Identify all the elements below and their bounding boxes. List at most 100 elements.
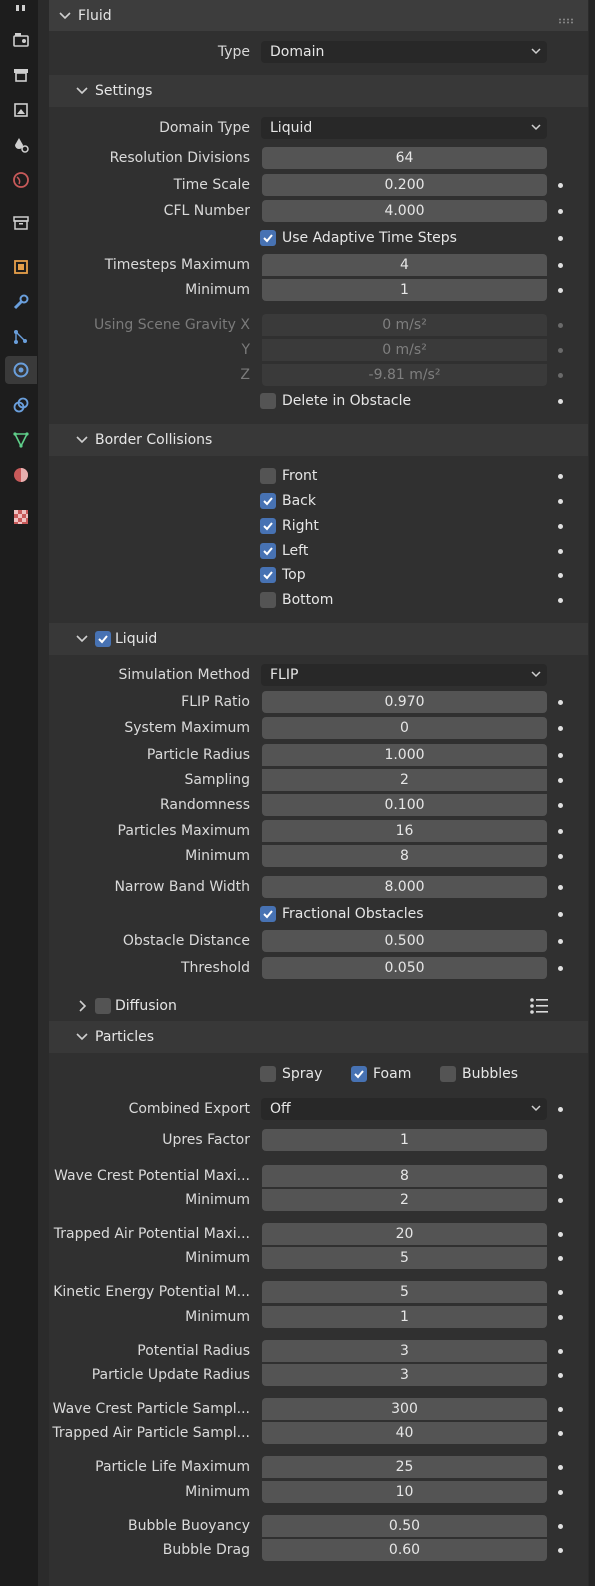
keyframe-dot[interactable] (558, 1407, 563, 1412)
delete-obstacle-checkbox[interactable]: Delete in Obstacle (260, 390, 411, 412)
keyframe-dot[interactable] (558, 288, 563, 293)
keyframe-dot[interactable] (558, 1256, 563, 1261)
keyframe-dot[interactable] (558, 939, 563, 944)
upres-field[interactable]: 1 (262, 1129, 547, 1151)
keyframe-dot[interactable] (558, 1107, 563, 1112)
keyframe-dot[interactable] (558, 1524, 563, 1529)
scrollbar[interactable] (589, 0, 595, 1586)
keyframe-dot[interactable] (558, 474, 563, 479)
keyframe-dot[interactable] (558, 912, 563, 917)
keyframe-dot[interactable] (558, 753, 563, 758)
life-min-field[interactable]: 10 (262, 1481, 547, 1503)
diffusion-enable-checkbox[interactable] (95, 998, 111, 1014)
keyframe-dot[interactable] (558, 499, 563, 504)
particles-min-field[interactable]: 8 (262, 845, 547, 867)
bubble-buoyancy-field[interactable]: 0.50 (262, 1515, 547, 1537)
wave-crest-max-field[interactable]: 8 (262, 1165, 547, 1187)
texture-icon[interactable] (5, 503, 37, 531)
liquid-subpanel-header[interactable]: Liquid (49, 623, 588, 655)
system-max-field[interactable]: 0 (262, 717, 547, 739)
keyframe-dot[interactable] (558, 1349, 563, 1354)
keyframe-dot[interactable] (558, 1431, 563, 1436)
foam-checkbox[interactable]: Foam (351, 1063, 411, 1085)
keyframe-dot[interactable] (558, 885, 563, 890)
particle-radius-field[interactable]: 1.000 (262, 744, 547, 766)
wave-crest-min-field[interactable]: 2 (262, 1189, 547, 1211)
border-top-checkbox[interactable]: Top (260, 564, 306, 586)
trapped-air-sampling-field[interactable]: 40 (262, 1422, 547, 1444)
keyframe-dot[interactable] (558, 1315, 563, 1320)
output-icon[interactable] (5, 61, 37, 89)
keyframe-dot[interactable] (558, 236, 563, 241)
keyframe-dot[interactable] (558, 966, 563, 971)
border-bottom-checkbox[interactable]: Bottom (260, 589, 333, 611)
border-back-checkbox[interactable]: Back (260, 490, 316, 512)
diffusion-subpanel-header[interactable]: Diffusion (49, 990, 588, 1022)
trapped-air-min-field[interactable]: 5 (262, 1247, 547, 1269)
update-radius-field[interactable]: 3 (262, 1364, 547, 1386)
timesteps-max-field[interactable]: 4 (262, 254, 547, 276)
kinetic-max-field[interactable]: 5 (262, 1281, 547, 1303)
keyframe-dot[interactable] (558, 1174, 563, 1179)
randomness-field[interactable]: 0.100 (262, 794, 547, 816)
flip-ratio-field[interactable]: 0.970 (262, 691, 547, 713)
keyframe-dot[interactable] (558, 803, 563, 808)
particles-subpanel-header[interactable]: Particles (49, 1021, 588, 1053)
timesteps-min-field[interactable]: 1 (262, 279, 547, 301)
keyframe-dot[interactable] (558, 1373, 563, 1378)
trapped-air-max-field[interactable]: 20 (262, 1223, 547, 1245)
bubbles-checkbox[interactable]: Bubbles (440, 1063, 518, 1085)
obstacle-distance-field[interactable]: 0.500 (262, 930, 547, 952)
list-menu-icon[interactable] (529, 997, 549, 1015)
spray-checkbox[interactable]: Spray (260, 1063, 322, 1085)
physics-icon[interactable] (5, 356, 37, 384)
data-icon[interactable] (5, 426, 37, 454)
collection-icon[interactable] (5, 209, 37, 237)
border-right-checkbox[interactable]: Right (260, 515, 319, 537)
fluid-panel-header[interactable]: Fluid (49, 0, 588, 31)
cfl-field[interactable]: 4.000 (262, 200, 547, 222)
keyframe-dot[interactable] (558, 209, 563, 214)
material-icon[interactable] (5, 461, 37, 489)
keyframe-dot[interactable] (558, 399, 563, 404)
keyframe-dot[interactable] (558, 829, 563, 834)
life-max-field[interactable]: 25 (262, 1456, 547, 1478)
world-icon[interactable] (5, 166, 37, 194)
settings-subpanel-header[interactable]: Settings (49, 75, 588, 107)
render-icon[interactable] (5, 26, 37, 54)
fractional-obstacles-checkbox[interactable]: Fractional Obstacles (260, 903, 424, 925)
object-icon[interactable] (5, 253, 37, 281)
wave-crest-sampling-field[interactable]: 300 (262, 1398, 547, 1420)
keyframe-dot[interactable] (558, 726, 563, 731)
narrow-band-field[interactable]: 8.000 (262, 876, 547, 898)
combined-export-dropdown[interactable]: Off (261, 1098, 547, 1120)
tool-icon[interactable] (5, 0, 37, 20)
sampling-field[interactable]: 2 (262, 769, 547, 791)
threshold-field[interactable]: 0.050 (262, 957, 547, 979)
keyframe-dot[interactable] (558, 1490, 563, 1495)
constraints-icon[interactable] (5, 391, 37, 419)
modifiers-icon[interactable] (5, 288, 37, 316)
keyframe-dot[interactable] (558, 598, 563, 603)
keyframe-dot[interactable] (558, 1548, 563, 1553)
resolution-field[interactable]: 64 (262, 147, 547, 169)
keyframe-dot[interactable] (558, 1290, 563, 1295)
time-scale-field[interactable]: 0.200 (262, 174, 547, 196)
adaptive-timesteps-checkbox[interactable]: Use Adaptive Time Steps (260, 227, 457, 249)
type-dropdown[interactable]: Domain (261, 41, 547, 63)
domain-type-dropdown[interactable]: Liquid (261, 117, 547, 139)
sim-method-dropdown[interactable]: FLIP (261, 664, 547, 686)
potential-radius-field[interactable]: 3 (262, 1340, 547, 1362)
scene-icon[interactable] (5, 131, 37, 159)
keyframe-dot[interactable] (558, 573, 563, 578)
border-left-checkbox[interactable]: Left (260, 540, 308, 562)
keyframe-dot[interactable] (558, 1232, 563, 1237)
keyframe-dot[interactable] (558, 1198, 563, 1203)
liquid-enable-checkbox[interactable] (95, 631, 111, 647)
keyframe-dot[interactable] (558, 1465, 563, 1470)
bubble-drag-field[interactable]: 0.60 (262, 1539, 547, 1561)
keyframe-dot[interactable] (558, 263, 563, 268)
particles-max-field[interactable]: 16 (262, 820, 547, 842)
keyframe-dot[interactable] (558, 700, 563, 705)
keyframe-dot[interactable] (558, 778, 563, 783)
